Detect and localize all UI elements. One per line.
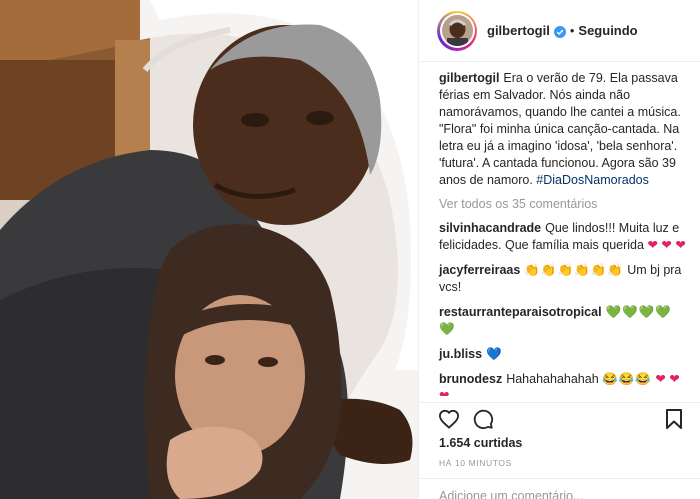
heart-emoji: ❤ ❤ ❤: [647, 238, 686, 252]
list-item: jacyferreiraas 👏👏👏👏👏👏 Um bj pra vcs!: [439, 262, 686, 296]
post-side-panel: gilbertogil • Seguindo gilbertogil Era o …: [418, 0, 700, 499]
post-timestamp: HÁ 10 MINUTOS: [439, 458, 512, 468]
list-item: brunodesz Hahahahahahah 😂😂😂 ❤ ❤ ❤: [439, 371, 686, 396]
comments-list[interactable]: gilbertogil Era o verão de 79. Ela passav…: [419, 66, 700, 396]
bookmark-icon[interactable]: [662, 407, 686, 431]
caption: gilbertogil Era o verão de 79. Ela passav…: [439, 70, 686, 189]
list-item: restaurranteparaisotropical 💚💚💚💚💚: [439, 304, 686, 338]
add-comment-input[interactable]: Adicione um comentário...: [419, 478, 700, 499]
avatar-image: [441, 15, 473, 46]
clap-emoji: 👏👏👏👏👏👏: [524, 263, 624, 277]
list-item: ju.bliss 💙: [439, 346, 686, 363]
blue-heart-emoji: 💙: [486, 347, 502, 361]
laughing-emoji: 😂😂😂: [602, 372, 652, 386]
comment-username[interactable]: jacyferreiraas: [439, 263, 520, 277]
caption-hashtag[interactable]: #DiaDosNamorados: [536, 173, 649, 187]
photo-couple-in-bed: [0, 0, 418, 499]
avatar: [439, 13, 475, 48]
list-item: silvinhacandrade Que lindos!!! Muita luz …: [439, 220, 686, 254]
speech-bubble-icon[interactable]: [471, 407, 495, 431]
header-separator: •: [569, 23, 575, 38]
post-header: gilbertogil • Seguindo: [419, 0, 700, 62]
comment-text: Hahahahahahah: [506, 372, 599, 386]
heart-outline-icon[interactable]: [437, 407, 461, 431]
comment-username[interactable]: brunodesz: [439, 372, 502, 386]
avatar-story-ring[interactable]: [437, 10, 477, 51]
likes-count[interactable]: 1.654 curtidas: [439, 436, 522, 450]
verified-badge-icon: [553, 25, 566, 38]
post-actions-bar: [419, 402, 700, 434]
follow-button[interactable]: Seguindo: [578, 23, 637, 38]
header-username[interactable]: gilbertogil: [487, 23, 550, 38]
caption-username[interactable]: gilbertogil: [439, 71, 499, 85]
comment-username[interactable]: ju.bliss: [439, 347, 482, 361]
comment-username[interactable]: restaurranteparaisotropical: [439, 305, 602, 319]
post-photo[interactable]: [0, 0, 418, 499]
comment-username[interactable]: silvinhacandrade: [439, 221, 541, 235]
view-all-comments-link[interactable]: Ver todos os 35 comentários: [439, 197, 686, 211]
caption-text: Era o verão de 79. Ela passava férias em…: [439, 71, 681, 187]
